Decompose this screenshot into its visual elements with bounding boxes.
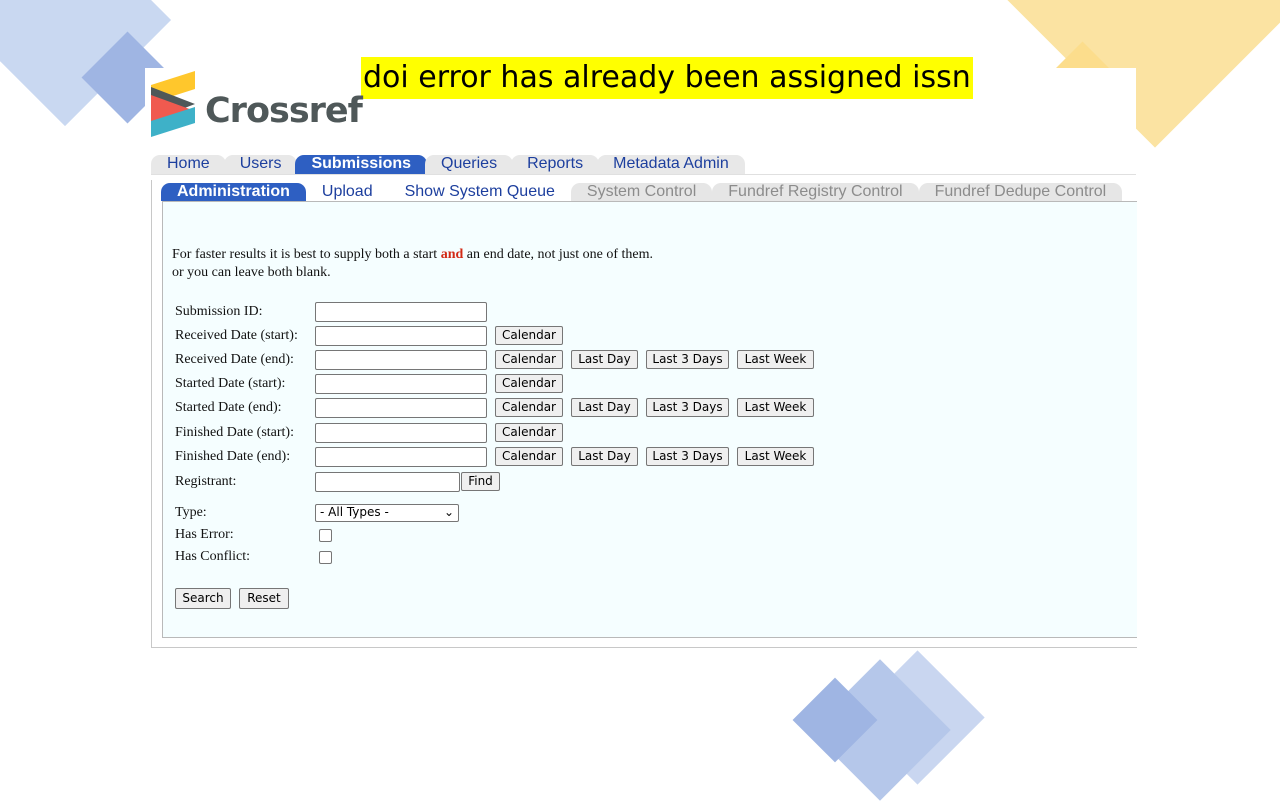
finished-start-label: Finished Date (start): — [175, 425, 294, 440]
subtab-show-system-queue[interactable]: Show System Queue — [388, 183, 571, 201]
type-select[interactable]: - All Types - ⌄ — [315, 504, 459, 522]
started-last-week-button[interactable]: Last Week — [737, 398, 814, 417]
registrant-label: Registrant: — [175, 474, 237, 489]
tab-home[interactable]: Home — [151, 155, 226, 174]
received-end-input[interactable] — [315, 350, 487, 370]
tab-queries[interactable]: Queries — [425, 155, 514, 174]
subtab-administration[interactable]: Administration — [161, 183, 306, 201]
sub-nav: Administration Upload Show System Queue … — [161, 183, 1123, 201]
subtab-fundref-dedupe-control[interactable]: Fundref Dedupe Control — [918, 183, 1123, 201]
received-end-label: Received Date (end): — [175, 352, 294, 367]
finished-last-3-days-button[interactable]: Last 3 Days — [646, 447, 729, 466]
received-last-3-days-button[interactable]: Last 3 Days — [646, 350, 729, 369]
has-error-checkbox[interactable] — [319, 529, 332, 542]
search-button[interactable]: Search — [175, 588, 231, 609]
received-last-day-button[interactable]: Last Day — [571, 350, 638, 369]
submission-id-input[interactable] — [315, 302, 487, 322]
crossref-wordmark: Crossref — [205, 91, 363, 131]
received-start-calendar-button[interactable]: Calendar — [495, 326, 563, 345]
started-start-input[interactable] — [315, 374, 487, 394]
started-end-input[interactable] — [315, 398, 487, 418]
subtab-system-control[interactable]: System Control — [570, 183, 713, 201]
finished-end-label: Finished Date (end): — [175, 449, 291, 464]
top-nav: Home Users Submissions Queries Reports M… — [151, 155, 745, 174]
registrant-input[interactable] — [315, 472, 460, 492]
has-conflict-checkbox[interactable] — [319, 551, 332, 564]
find-button[interactable]: Find — [461, 472, 500, 491]
tab-submissions[interactable]: Submissions — [295, 155, 428, 174]
started-end-label: Started Date (end): — [175, 400, 282, 415]
chevron-down-icon: ⌄ — [443, 505, 454, 519]
received-start-label: Received Date (start): — [175, 328, 298, 343]
finished-end-calendar-button[interactable]: Calendar — [495, 447, 563, 466]
has-conflict-label: Has Conflict: — [175, 549, 251, 564]
started-start-label: Started Date (start): — [175, 376, 286, 391]
type-label: Type: — [175, 505, 207, 520]
finished-end-input[interactable] — [315, 447, 487, 467]
started-start-calendar-button[interactable]: Calendar — [495, 374, 563, 393]
has-error-label: Has Error: — [175, 527, 234, 542]
started-end-calendar-button[interactable]: Calendar — [495, 398, 563, 417]
started-last-3-days-button[interactable]: Last 3 Days — [646, 398, 729, 417]
tab-users[interactable]: Users — [223, 155, 298, 174]
finished-start-input[interactable] — [315, 423, 487, 443]
finished-last-day-button[interactable]: Last Day — [571, 447, 638, 466]
video-caption: doi error has already been assigned issn — [361, 57, 973, 99]
tab-metadata-admin[interactable]: Metadata Admin — [597, 155, 745, 174]
tab-reports[interactable]: Reports — [511, 155, 600, 174]
finished-start-calendar-button[interactable]: Calendar — [495, 423, 563, 442]
started-last-day-button[interactable]: Last Day — [571, 398, 638, 417]
submission-id-label: Submission ID: — [175, 304, 263, 319]
reset-button[interactable]: Reset — [239, 588, 289, 609]
subtab-fundref-registry-control[interactable]: Fundref Registry Control — [712, 183, 919, 201]
type-select-value: - All Types - — [320, 505, 389, 519]
intro-text: For faster results it is best to supply … — [172, 247, 654, 280]
received-start-input[interactable] — [315, 326, 487, 346]
received-end-calendar-button[interactable]: Calendar — [495, 350, 563, 369]
subtab-upload[interactable]: Upload — [305, 183, 389, 201]
finished-last-week-button[interactable]: Last Week — [737, 447, 814, 466]
received-last-week-button[interactable]: Last Week — [737, 350, 814, 369]
and-highlight: and — [440, 247, 464, 262]
